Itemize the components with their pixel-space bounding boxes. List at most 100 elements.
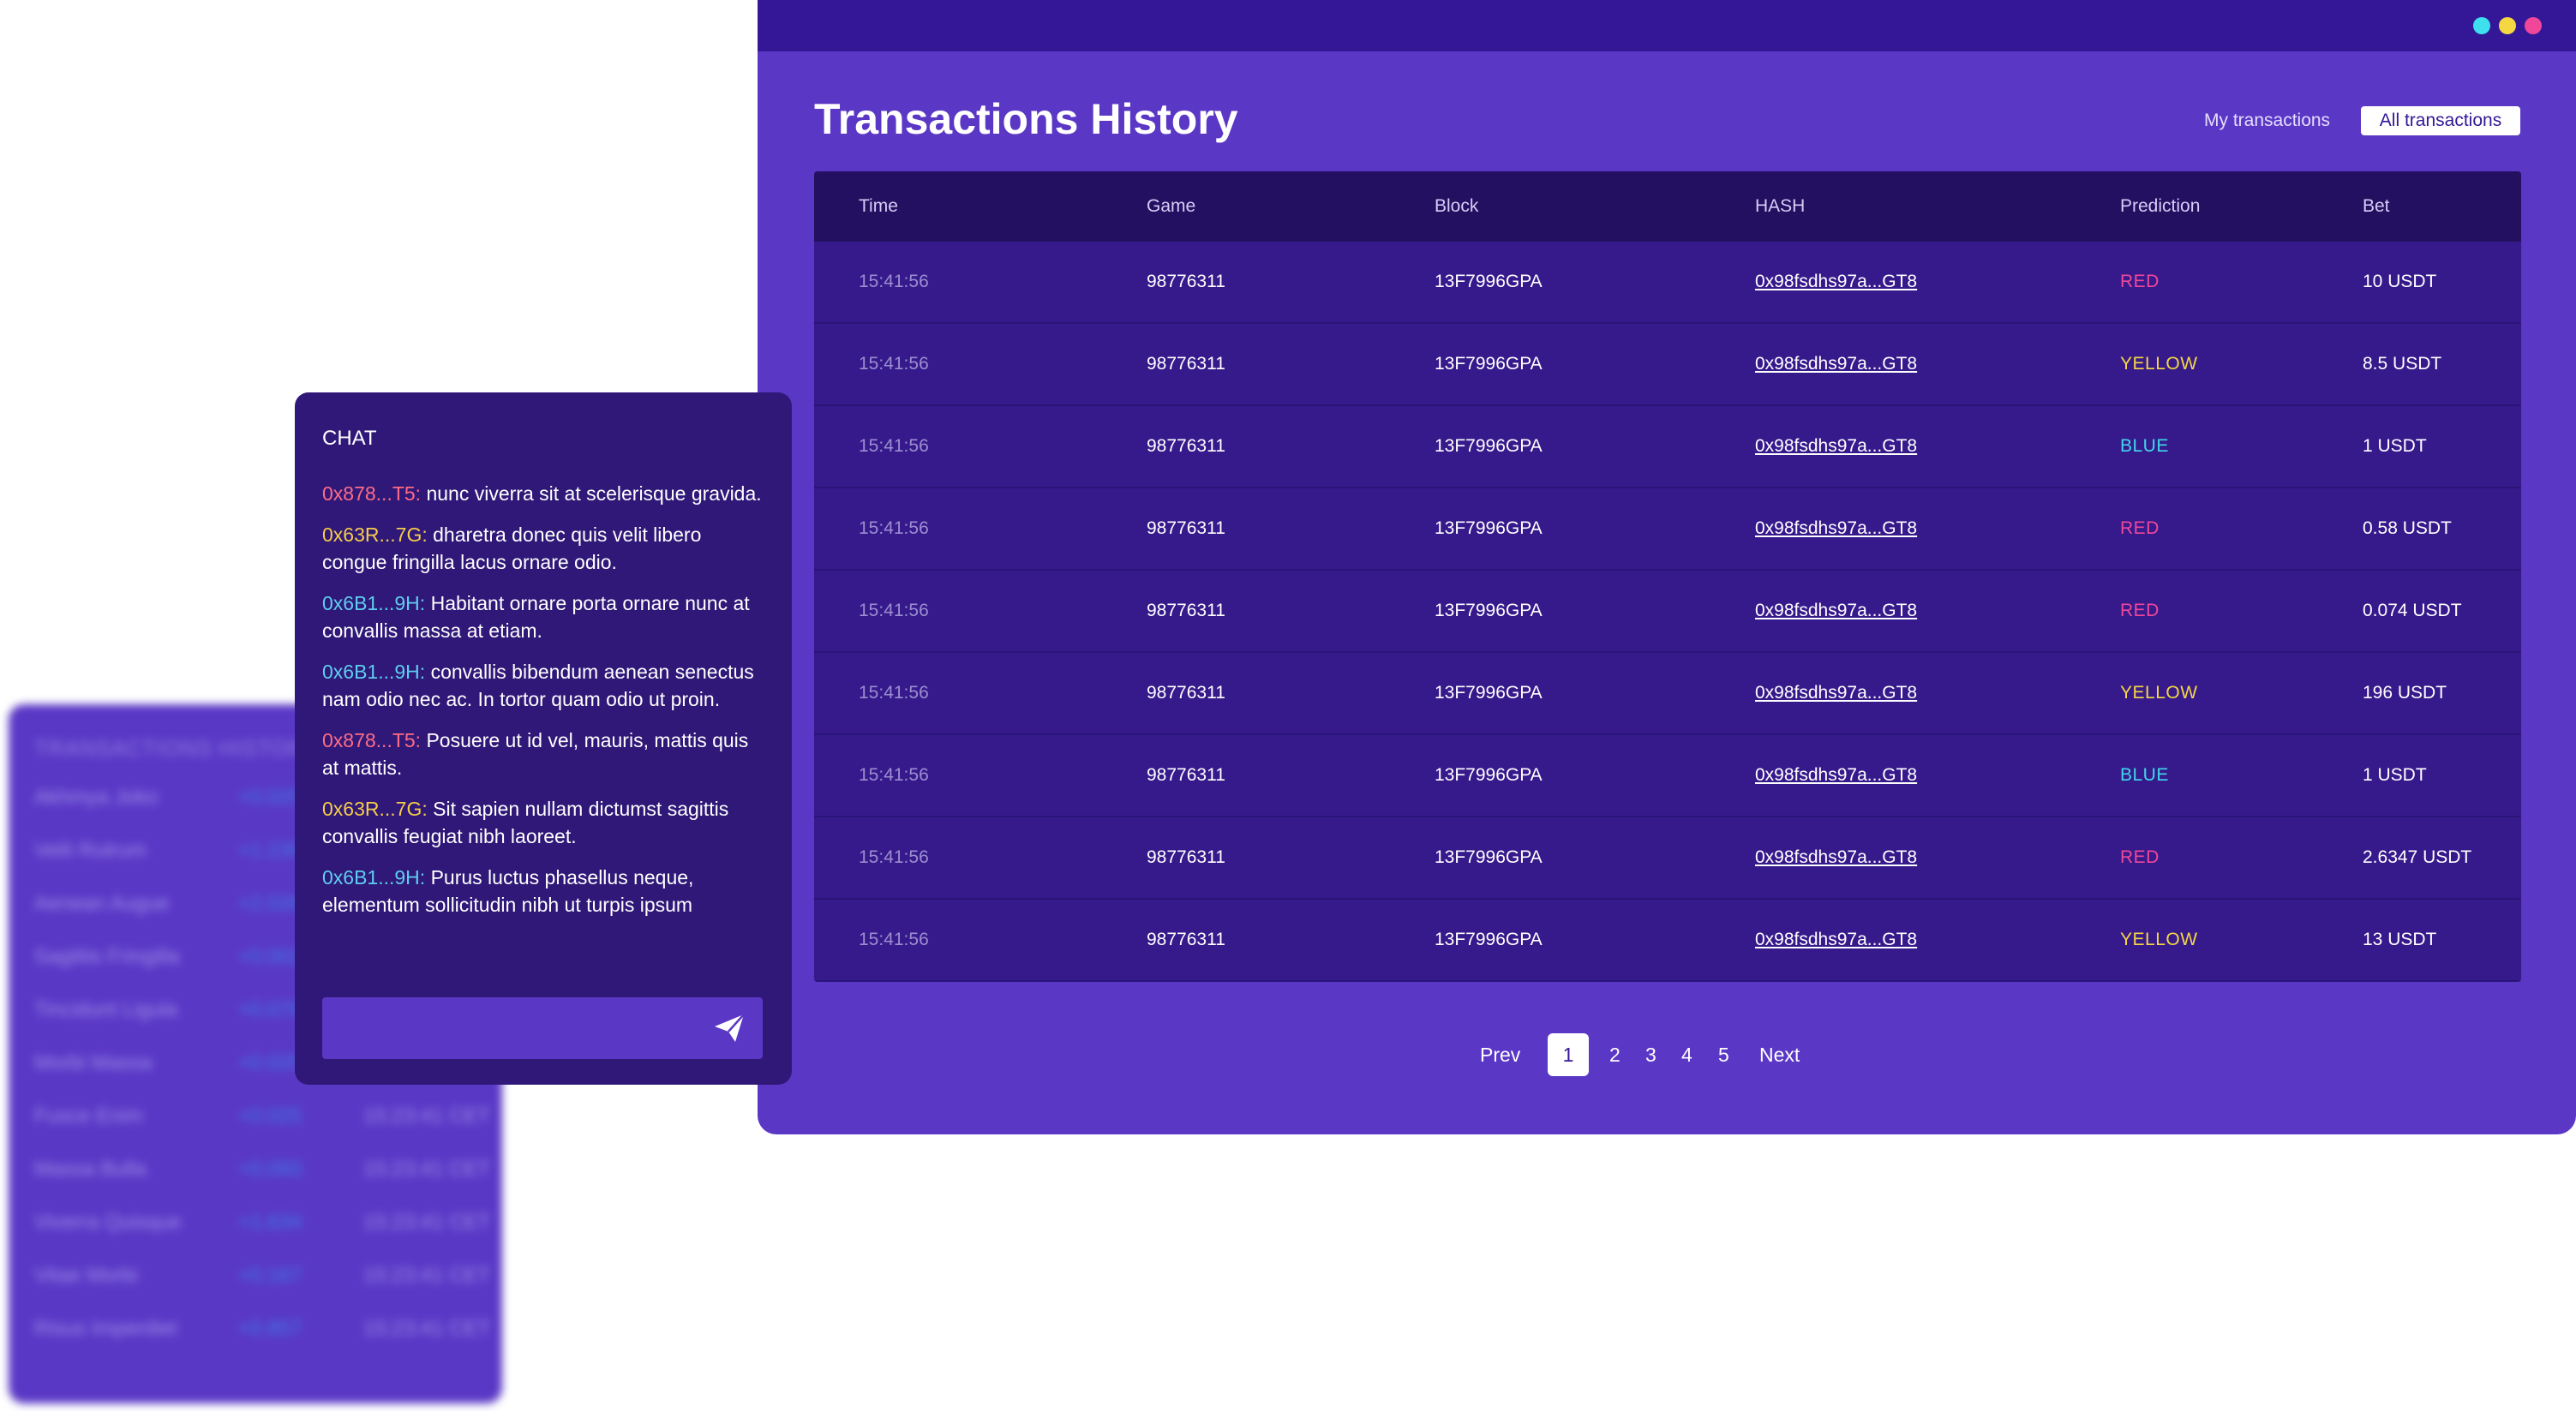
chat-message-user: 0x63R...7G:	[322, 524, 428, 546]
cell-bet: 13 USDT	[2363, 930, 2437, 949]
background-row-value: +0.025	[238, 786, 303, 809]
table-row: 15:41:56 98776311 13F7996GPA 0x98fsdhs97a..…	[814, 488, 2521, 571]
cell-bet: 2.6347 USDT	[2363, 847, 2472, 867]
cyan-window-dot[interactable]	[2473, 17, 2490, 34]
cell-block: 13F7996GPA	[1435, 601, 1543, 620]
background-panel-row: Vitae Morbi +0.167 15:23:41 CET	[34, 1264, 497, 1298]
pagination-page-4[interactable]: 4	[1681, 1033, 1692, 1076]
background-row-name: Massa Bulla	[34, 1158, 147, 1181]
background-row-value: +0.002	[238, 945, 303, 968]
chat-message: 0x878...T5: Posuere ut id vel, mauris, m…	[322, 727, 770, 781]
background-row-time: 15:23:41 CET	[363, 1317, 491, 1340]
column-header-prediction: Prediction	[2120, 196, 2201, 216]
yellow-window-dot[interactable]	[2499, 17, 2516, 34]
pagination-page-2[interactable]: 2	[1609, 1033, 1620, 1076]
chat-message-user: 0x878...T5:	[322, 729, 422, 751]
cell-bet: 1 USDT	[2363, 436, 2427, 456]
table-row: 15:41:56 98776311 13F7996GPA 0x98fsdhs97a..…	[814, 324, 2521, 406]
cell-time: 15:41:56	[859, 354, 929, 374]
send-icon[interactable]	[713, 1013, 746, 1044]
cell-bet: 10 USDT	[2363, 272, 2437, 291]
cell-game: 98776311	[1147, 930, 1225, 949]
table-header: Time Game Block HASH Prediction Bet	[814, 171, 2521, 242]
cell-time: 15:41:56	[859, 683, 929, 703]
column-header-game: Game	[1147, 196, 1196, 216]
chat-message-user: 0x878...T5:	[322, 482, 422, 505]
pink-window-dot[interactable]	[2525, 17, 2542, 34]
hash-link[interactable]: 0x98fsdhs97a...GT8	[1755, 488, 1917, 569]
hash-link[interactable]: 0x98fsdhs97a...GT8	[1755, 653, 1917, 733]
cell-bet: 8.5 USDT	[2363, 354, 2442, 374]
cell-time: 15:41:56	[859, 601, 929, 620]
cell-block: 13F7996GPA	[1435, 847, 1543, 867]
chat-message-user: 0x6B1...9H:	[322, 661, 426, 683]
background-row-name: Morbi Massa	[34, 1051, 153, 1074]
background-row-value: +0.078	[238, 998, 303, 1021]
cell-time: 15:41:56	[859, 765, 929, 785]
hash-link[interactable]: 0x98fsdhs97a...GT8	[1755, 817, 1917, 898]
background-row-time: 15:23:41 CET	[363, 1211, 491, 1234]
cell-game: 98776311	[1147, 272, 1225, 291]
chat-input[interactable]	[322, 997, 699, 1059]
cell-bet: 1 USDT	[2363, 765, 2427, 785]
hash-link[interactable]: 0x98fsdhs97a...GT8	[1755, 406, 1917, 487]
cell-game: 98776311	[1147, 601, 1225, 620]
chat-message: 0x878...T5: nunc viverra sit at sceleris…	[322, 480, 770, 507]
table-row: 15:41:56 98776311 13F7996GPA 0x98fsdhs97a..…	[814, 735, 2521, 817]
cell-game: 98776311	[1147, 436, 1225, 456]
hash-link[interactable]: 0x98fsdhs97a...GT8	[1755, 571, 1917, 651]
pagination-page-3[interactable]: 3	[1645, 1033, 1656, 1076]
background-row-name: Vitae Morbi	[34, 1264, 138, 1287]
cell-bet: 0.074 USDT	[2363, 601, 2462, 620]
chat-message: 0x63R...7G: dharetra donec quis velit li…	[322, 521, 770, 576]
cell-game: 98776311	[1147, 847, 1225, 867]
cell-time: 15:41:56	[859, 272, 929, 291]
cell-bet: 0.58 USDT	[2363, 518, 2452, 538]
hash-link[interactable]: 0x98fsdhs97a...GT8	[1755, 900, 1917, 980]
chat-panel: CHAT 0x878...T5: nunc viverra sit at sce…	[295, 392, 792, 1085]
chat-input-container	[322, 997, 763, 1059]
background-panel-title: TRANSACTIONS HISTORY	[34, 737, 321, 761]
background-row-name: Fusce Enim	[34, 1104, 143, 1128]
background-row-value: +0.167	[238, 1264, 303, 1287]
screen: TRANSACTIONS HISTORY Akhmya Joko +0.025 Ve…	[0, 0, 2576, 1412]
hash-link[interactable]: 0x98fsdhs97a...GT8	[1755, 735, 1917, 816]
cell-block: 13F7996GPA	[1435, 683, 1543, 703]
cell-prediction: YELLOW	[2120, 683, 2198, 703]
background-row-value: +0.025	[238, 1051, 303, 1074]
cell-prediction: YELLOW	[2120, 354, 2198, 374]
tab-my-transactions[interactable]: My transactions	[2204, 106, 2330, 135]
cell-block: 13F7996GPA	[1435, 354, 1543, 374]
cell-time: 15:41:56	[859, 930, 929, 949]
cell-game: 98776311	[1147, 683, 1225, 703]
background-row-time: 15:23:41 CET	[363, 1104, 491, 1128]
cell-block: 13F7996GPA	[1435, 272, 1543, 291]
pagination-page-5[interactable]: 5	[1718, 1033, 1729, 1076]
chat-message: 0x6B1...9H: Habitant ornare porta ornare…	[322, 589, 770, 644]
chat-message-list[interactable]: 0x878...T5: nunc viverra sit at sceleris…	[322, 480, 770, 932]
cell-game: 98776311	[1147, 765, 1225, 785]
cell-prediction: RED	[2120, 272, 2160, 291]
cell-prediction: BLUE	[2120, 436, 2169, 456]
table-row: 15:41:56 98776311 13F7996GPA 0x98fsdhs97a..…	[814, 900, 2521, 982]
pagination-next[interactable]: Next	[1759, 1033, 1800, 1076]
hash-link[interactable]: 0x98fsdhs97a...GT8	[1755, 324, 1917, 404]
pagination-prev[interactable]: Prev	[1480, 1033, 1520, 1076]
background-row-name: Tincidunt Ligula	[34, 998, 178, 1021]
hash-link[interactable]: 0x98fsdhs97a...GT8	[1755, 242, 1917, 322]
cell-time: 15:41:56	[859, 847, 929, 867]
tab-all-transactions[interactable]: All transactions	[2361, 106, 2520, 135]
chat-message: 0x6B1...9H: Purus luctus phasellus neque…	[322, 864, 770, 918]
column-header-block: Block	[1435, 196, 1479, 216]
cell-prediction: YELLOW	[2120, 930, 2198, 949]
column-header-hash: HASH	[1755, 196, 1806, 216]
cell-block: 13F7996GPA	[1435, 765, 1543, 785]
background-row-name: Akhmya Joko	[34, 786, 159, 809]
cell-prediction: RED	[2120, 601, 2160, 620]
chat-message: 0x6B1...9H: convallis bibendum aenean se…	[322, 658, 770, 713]
transactions-window: Transactions History My transactions All…	[758, 0, 2576, 1134]
pagination-page-1[interactable]: 1	[1548, 1033, 1589, 1076]
table-row: 15:41:56 98776311 13F7996GPA 0x98fsdhs97a..…	[814, 571, 2521, 653]
background-panel-row: Viverra Quisque +1.634 15:23:41 CET	[34, 1211, 497, 1245]
cell-bet: 196 USDT	[2363, 683, 2447, 703]
